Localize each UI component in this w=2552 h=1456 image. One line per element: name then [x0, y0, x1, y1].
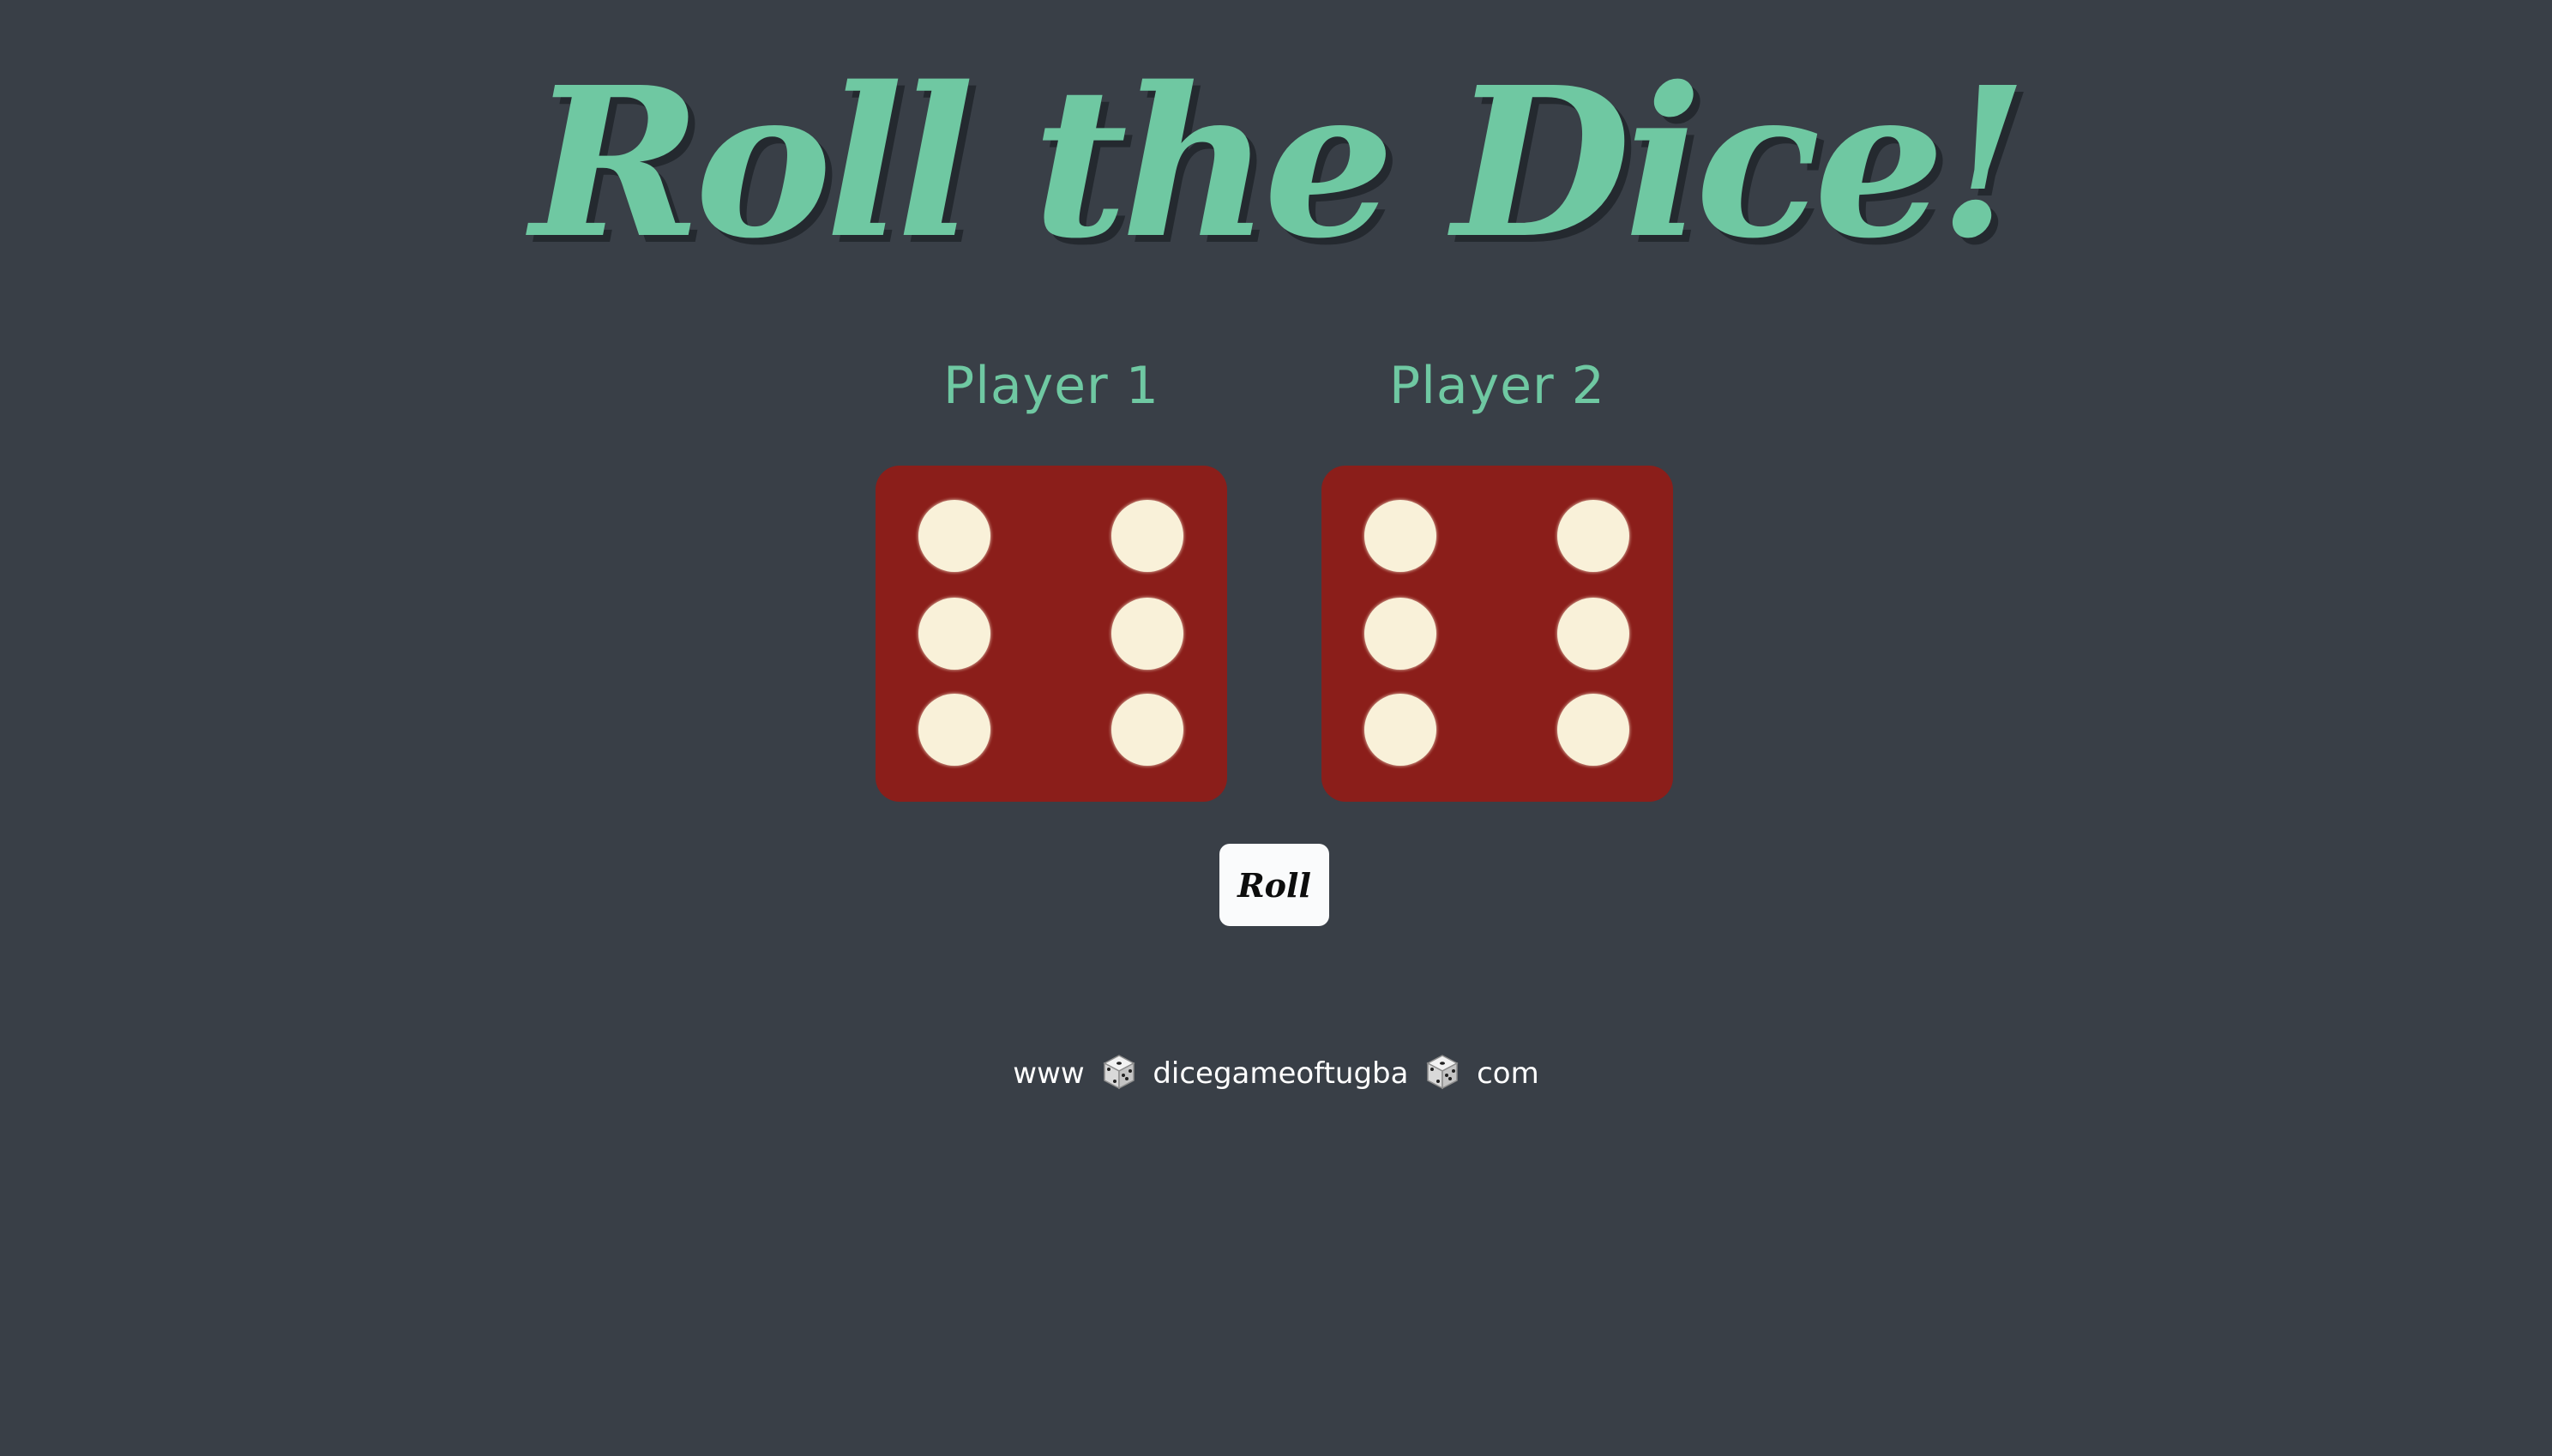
footer-url: www dicegameoftugba com — [0, 1048, 2552, 1099]
die-pip — [918, 500, 990, 572]
player-2-die — [1321, 466, 1673, 802]
die-pip — [1364, 694, 1436, 766]
die-pip — [1557, 694, 1629, 766]
die-pip — [918, 694, 990, 766]
dice-icon — [1102, 1055, 1135, 1090]
page-title: Roll the Dice! — [530, 42, 2029, 284]
die-pip — [1111, 500, 1183, 572]
die-pip — [1111, 694, 1183, 766]
die-pip — [1111, 598, 1183, 670]
die-pip — [1364, 500, 1436, 572]
player-2-label: Player 2 — [1389, 356, 1605, 416]
footer-domain: dicegameoftugba — [1153, 1056, 1409, 1091]
player-1-label: Player 1 — [943, 356, 1159, 416]
dice-icon — [1426, 1055, 1459, 1090]
roll-button[interactable]: Roll — [1219, 844, 1329, 926]
die-pip — [1557, 598, 1629, 670]
die-pip — [1557, 500, 1629, 572]
player-1-die — [876, 466, 1227, 802]
die-pip — [918, 598, 990, 670]
footer-prefix: www — [1013, 1056, 1085, 1091]
footer-suffix: com — [1477, 1056, 1539, 1091]
die-pip — [1364, 598, 1436, 670]
